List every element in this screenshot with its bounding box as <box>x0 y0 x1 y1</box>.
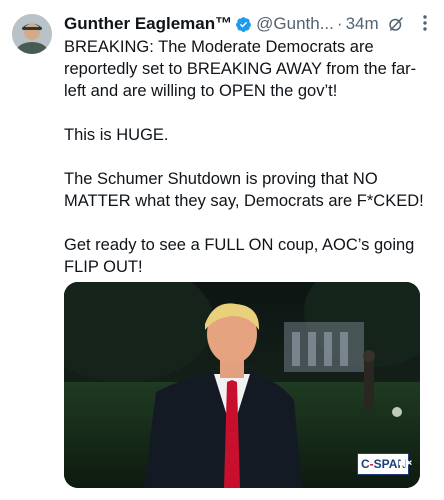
tweet-paragraph: BREAKING: The Moderate Democrats are rep… <box>64 38 417 100</box>
header-separator: · <box>336 14 343 33</box>
grok-icon[interactable] <box>387 15 405 33</box>
tweet-header: Gunther Eagleman™ @Gunth... · 34m <box>64 12 444 36</box>
tweet-timestamp[interactable]: 34m <box>346 13 379 35</box>
author-name[interactable]: Gunther Eagleman™ <box>64 13 232 35</box>
tweet-paragraph: The Schumer Shutdown is proving that NO … <box>64 170 424 210</box>
avatar[interactable] <box>12 14 52 54</box>
verified-badge-icon <box>235 16 252 33</box>
author-handle[interactable]: @Gunth... <box>256 13 334 35</box>
cspan-logo-prefix: C <box>361 457 370 471</box>
volume-muted-icon[interactable] <box>396 454 414 472</box>
tweet-paragraph: Get ready to see a FULL ON coup, AOC’s g… <box>64 236 415 276</box>
tweet-text: BREAKING: The Moderate Democrats are rep… <box>64 36 434 300</box>
avatar-image <box>12 14 52 54</box>
more-options-icon[interactable] <box>416 12 434 34</box>
video-player[interactable]: C-SPAN <box>64 282 420 488</box>
tweet-paragraph: This is HUGE. <box>64 126 169 144</box>
tweet[interactable]: Gunther Eagleman™ @Gunth... · 34m BREAKI… <box>0 0 444 500</box>
